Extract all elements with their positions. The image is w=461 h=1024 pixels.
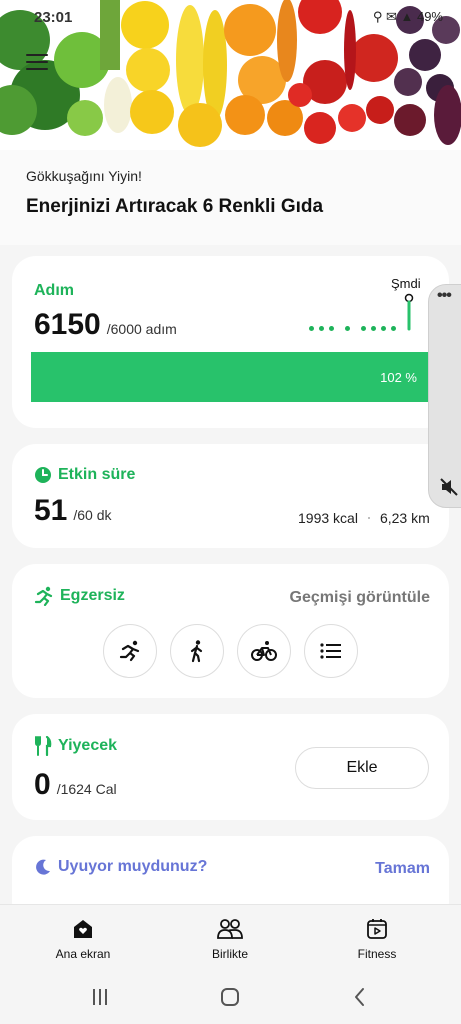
list-icon [320, 643, 341, 659]
active-time-title-group: Etkin süre [34, 466, 135, 484]
food-value: 0 [34, 768, 51, 801]
hero-caption[interactable]: Gökkuşağını Yiyin! Enerjinizi Artıracak … [26, 168, 436, 218]
nav-home[interactable]: Ana ekran [33, 915, 133, 961]
exercise-icon [34, 586, 53, 606]
status-indicators: ⚲ ✉ ▲ 49% [372, 9, 443, 24]
nav-home-label: Ana ekran [55, 947, 111, 961]
bottom-navigation: Ana ekran Birlikte Fitness [0, 904, 461, 1024]
active-time-value: 51 [34, 494, 68, 527]
home-icon [74, 920, 92, 938]
fitness-icon [367, 919, 387, 939]
stats-separator [367, 517, 370, 519]
steps-progress-label: 102 % [380, 370, 417, 385]
steps-card[interactable]: Adım 6150 /6000 adım Şmdi 102 % [12, 256, 449, 428]
active-distance: 6,23 km [379, 510, 430, 526]
view-history-link[interactable]: Geçmişi görüntüle [290, 589, 430, 607]
active-time-goal: /60 dk [73, 507, 112, 523]
active-time-value-group: 51 /60 dk [34, 494, 112, 528]
sleep-done-button[interactable]: Tamam [375, 860, 430, 878]
food-value-group: 0 /1624 Cal [34, 768, 117, 802]
exercise-list-button[interactable] [304, 624, 358, 678]
active-kcal: 1993 kcal [298, 510, 358, 526]
moon-icon [36, 859, 50, 875]
more-options-icon[interactable]: ••• [437, 287, 452, 305]
running-button[interactable] [103, 624, 157, 678]
nav-fitness-label: Fitness [357, 947, 397, 961]
walking-icon [190, 640, 203, 663]
exercise-title-group: Egzersiz [34, 586, 125, 606]
sleep-title-group: Uyuyor muydunuz? [34, 858, 207, 876]
cycling-icon [251, 641, 277, 661]
nav-together[interactable]: Birlikte [180, 915, 280, 961]
now-label: Şmdi [391, 276, 421, 291]
hero-title: Enerjinizi Artıracak 6 Renkli Gıda [26, 196, 324, 217]
steps-goal: /6000 adım [106, 321, 177, 337]
food-title: Yiyecek [58, 737, 118, 754]
running-icon [119, 640, 140, 662]
floating-side-panel[interactable]: ••• [428, 284, 461, 508]
food-card[interactable]: Yiyecek 0 /1624 Cal Ekle [12, 714, 449, 820]
steps-title: Adım [34, 282, 74, 299]
steps-value-group: 6150 /6000 adım [34, 308, 177, 342]
recent-apps-icon[interactable] [90, 985, 110, 1009]
active-time-stats: 1993 kcal 6,23 km [298, 510, 430, 526]
back-icon[interactable] [350, 985, 370, 1009]
clock-icon [35, 467, 51, 483]
steps-progress-bar: 102 % [31, 352, 429, 402]
food-goal: /1624 Cal [56, 781, 117, 797]
sleep-title: Uyuyor muydunuz? [58, 858, 208, 875]
active-time-card[interactable]: Etkin süre 51 /60 dk 1993 kcal 6,23 km [12, 444, 449, 548]
mute-icon[interactable] [439, 477, 459, 497]
exercise-title: Egzersiz [60, 587, 125, 604]
walking-button[interactable] [170, 624, 224, 678]
nav-fitness[interactable]: Fitness [327, 915, 427, 961]
cycling-button[interactable] [237, 624, 291, 678]
home-system-icon[interactable] [218, 985, 242, 1009]
active-time-title: Etkin süre [58, 466, 136, 483]
hero-subtitle: Gökkuşağını Yiyin! [26, 168, 142, 184]
food-title-group: Yiyecek [34, 736, 117, 756]
hamburger-menu-icon[interactable] [26, 54, 48, 72]
steps-timeline-dots [309, 326, 419, 332]
exercise-card[interactable]: Egzersiz Geçmişi görüntüle [12, 564, 449, 698]
nav-together-label: Birlikte [211, 947, 248, 961]
add-food-button[interactable]: Ekle [295, 747, 429, 789]
steps-value: 6150 [34, 308, 101, 341]
status-bar: 23:01 ⚲ ✉ ▲ 49% [0, 6, 461, 30]
people-icon [217, 919, 243, 939]
status-time: 23:01 [34, 9, 73, 26]
fork-knife-icon [35, 736, 52, 756]
